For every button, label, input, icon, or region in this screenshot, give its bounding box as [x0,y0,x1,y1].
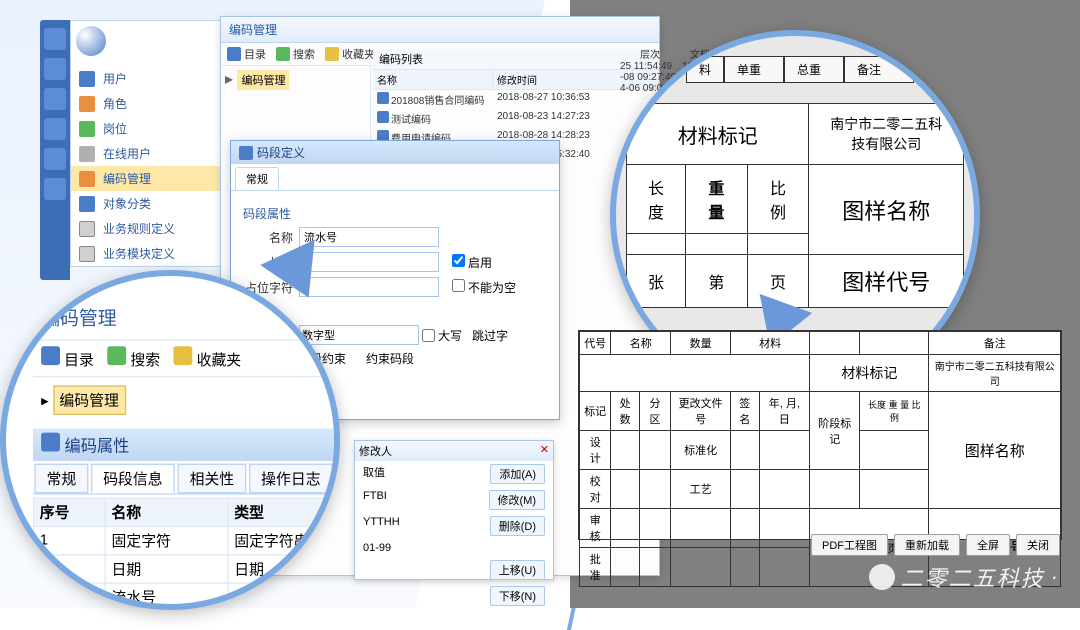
segment-table: 序号名称类型长度 1固定字符固定字符串2 2日期日期8 3流水号流水号 [33,497,340,610]
ptab-seginfo[interactable]: 码段信息 [91,464,175,494]
tab-favorites[interactable]: 收藏夹 [325,46,375,62]
menu-biz-rules[interactable]: 业务规则定义 [71,216,239,241]
reload-button[interactable]: 重新加载 [894,534,960,556]
close-button[interactable]: 关闭 [1016,534,1060,556]
upper-checkbox[interactable] [422,329,435,342]
code-list: 编码列表 名称 修改时间 201808销售合同编码2018-08-27 10:3… [373,49,659,149]
ptab-log[interactable]: 操作日志 [249,464,333,494]
tree-root[interactable]: 编码管理 [237,70,289,90]
close-icon[interactable]: ✕ [540,443,549,459]
tree-panel: ▸ 编码管理 [221,65,371,145]
tab-general[interactable]: 常规 [235,167,279,190]
title-block-zoom: 材料标记南宁市二零二五科技有限公司 长度重 量比 例图样名称 张第页图样代号 [626,103,964,308]
mag-tab-dir[interactable]: 目录 [41,346,94,370]
window-title: 编码管理 [221,17,659,43]
fullscreen-button[interactable]: 全屏 [966,534,1010,556]
list-row[interactable]: 201808销售合同编码2018-08-27 10:36:53 [373,90,659,109]
subwin-title: 码段定义 [257,144,305,161]
wechat-icon [869,564,895,590]
list-row[interactable]: 测试编码2018-08-23 14:27:23 [373,109,659,128]
movedown-button[interactable]: 下移(N) [490,586,545,606]
mag-tab-fav[interactable]: 收藏夹 [174,346,242,370]
delete-button[interactable]: 删除(D) [490,516,545,536]
magnifier-left: 编码管理 目录 搜索 收藏夹 ▸ 编码管理 编码属性 常规 码段信息 相关性 操… [0,270,340,610]
value-panel: 修改人✕ 取值添加(A) FTBI修改(M) YTTHH删除(D) 01-99 … [354,440,554,580]
menu-code-mgmt[interactable]: 编码管理 [71,166,239,191]
table-row[interactable]: 2日期日期8 [34,555,340,583]
menu-online[interactable]: 在线用户 [71,141,239,166]
notnull-checkbox[interactable] [452,279,465,292]
cad-title-block: 代号名称数量材料备注 材料标记南宁市二零二五科技有限公司 标记处数分 区更改文件… [578,330,1062,540]
pdf-button[interactable]: PDF工程图 [811,534,888,556]
app-logo-icon [76,26,106,56]
mag-tree-node[interactable]: 编码管理 [53,385,126,415]
table-row[interactable]: 1固定字符固定字符串2 [34,526,340,554]
menu-biz-modules[interactable]: 业务模块定义 [71,241,239,266]
app-icon-sidebar [40,20,70,280]
add-button[interactable]: 添加(A) [490,464,545,484]
menu-obj-class[interactable]: 对象分类 [71,191,239,216]
main-menu: 用户 角色 岗位 在线用户 编码管理 对象分类 业务规则定义 业务模块定义 [70,20,240,267]
menu-posts[interactable]: 岗位 [71,116,239,141]
tab-search[interactable]: 搜索 [276,46,315,62]
ptab-relation[interactable]: 相关性 [177,464,246,494]
list-tab[interactable]: 编码列表 [373,49,659,70]
watermark: 二零二五科技· [869,561,1060,593]
moveup-button[interactable]: 上移(U) [490,560,545,580]
name-input[interactable] [299,227,439,247]
menu-roles[interactable]: 角色 [71,91,239,116]
ptab-general[interactable]: 常规 [34,464,88,494]
modify-button[interactable]: 修改(M) [489,490,546,510]
menu-users[interactable]: 用户 [71,66,239,91]
tab-directory[interactable]: 目录 [227,46,266,62]
enable-checkbox[interactable] [452,254,465,267]
mag-tab-search[interactable]: 搜索 [107,346,160,370]
